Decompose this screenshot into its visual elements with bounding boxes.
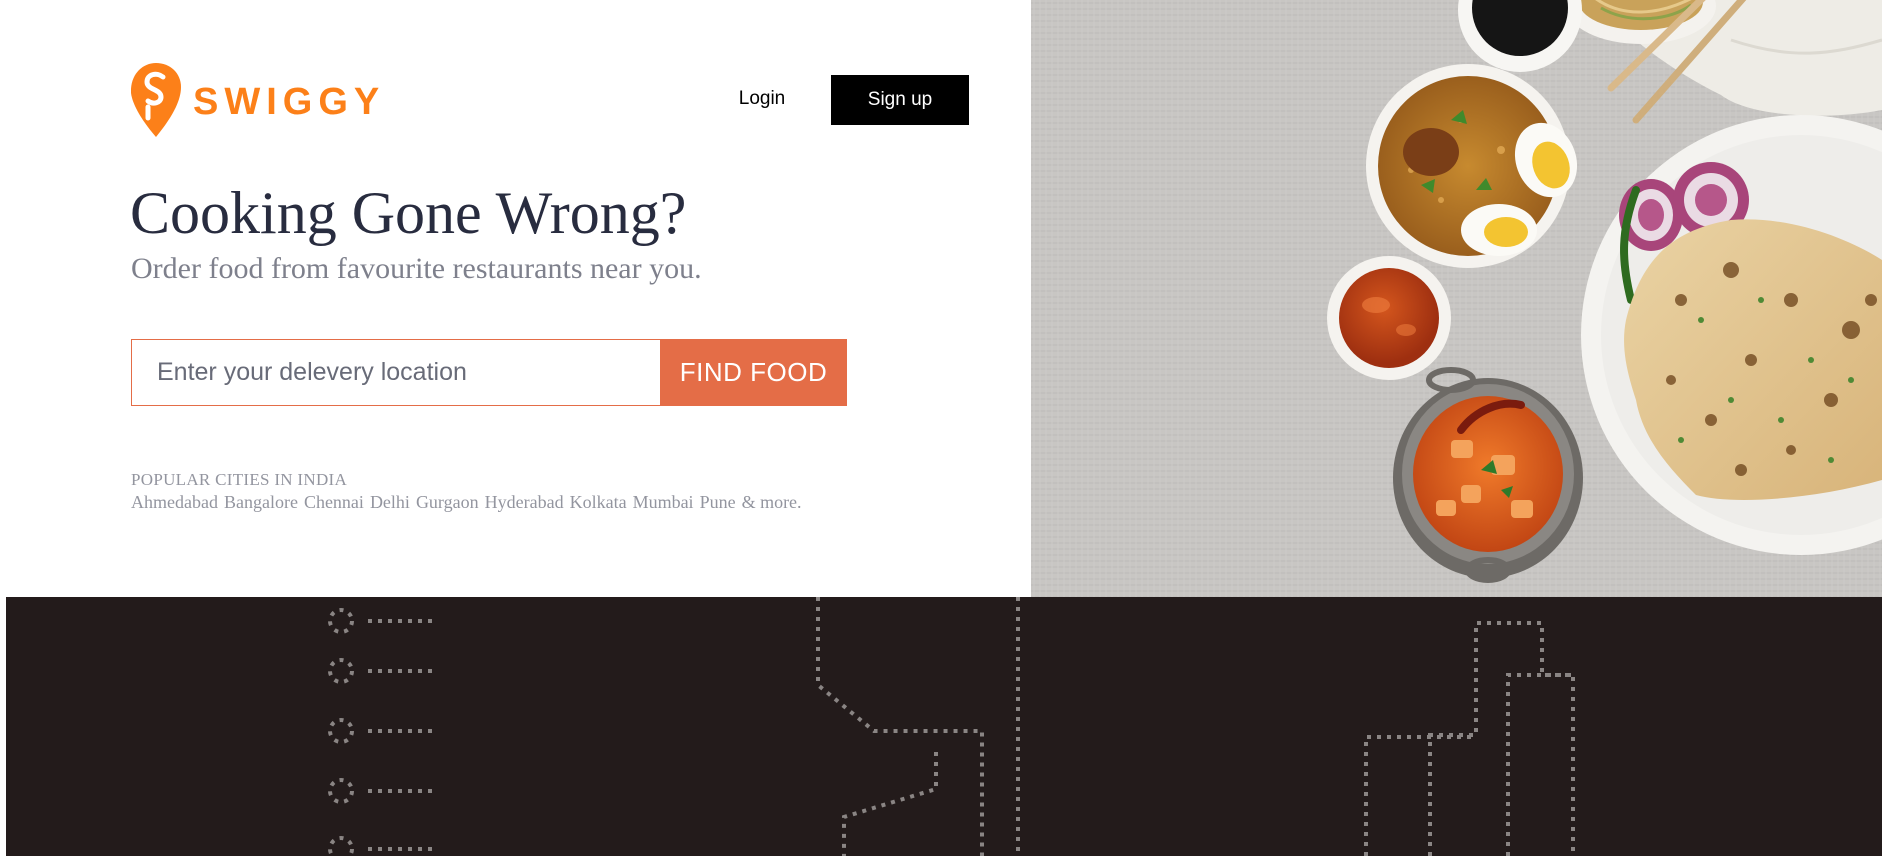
brand-name: SWIGGY (193, 81, 386, 123)
footer-decorative-band (6, 597, 1882, 856)
city-link-kolkata[interactable]: Kolkata (570, 492, 627, 512)
city-link-mumbai[interactable]: Mumbai (633, 492, 694, 512)
location-search: FIND FOOD (131, 339, 847, 406)
city-link-gurgaon[interactable]: Gurgaon (416, 492, 479, 512)
footer-pattern-graphic (328, 597, 1575, 856)
swiggy-logo-icon (131, 63, 181, 137)
login-link[interactable]: Login (712, 75, 812, 123)
swiggy-logo[interactable]: SWIGGY (131, 63, 385, 137)
city-link-pune[interactable]: Pune (700, 492, 736, 512)
hero-section: SWIGGY Login Sign up Cooking Gone Wrong?… (0, 0, 1031, 597)
city-link-hyderabad[interactable]: Hyderabad (485, 492, 564, 512)
find-food-button[interactable]: FIND FOOD (660, 339, 847, 406)
food-hero-image (1031, 0, 1882, 597)
popular-cities-list: Ahmedabad Bangalore Chennai Delhi Gurgaon Hyd… (131, 492, 802, 513)
food-illustration (1031, 0, 1882, 597)
city-link-delhi[interactable]: Delhi (370, 492, 410, 512)
city-link-chennai[interactable]: Chennai (304, 492, 364, 512)
city-link-bangalore[interactable]: Bangalore (224, 492, 298, 512)
more-cities-text: & more. (741, 492, 802, 512)
location-input[interactable] (131, 339, 660, 406)
popular-cities-title: POPULAR CITIES IN INDIA (131, 470, 348, 489)
hero-title: Cooking Gone Wrong? (130, 180, 687, 246)
city-link-ahmedabad[interactable]: Ahmedabad (131, 492, 218, 512)
signup-button[interactable]: Sign up (831, 75, 969, 125)
hero-subtitle: Order food from favourite restaurants ne… (131, 252, 702, 285)
